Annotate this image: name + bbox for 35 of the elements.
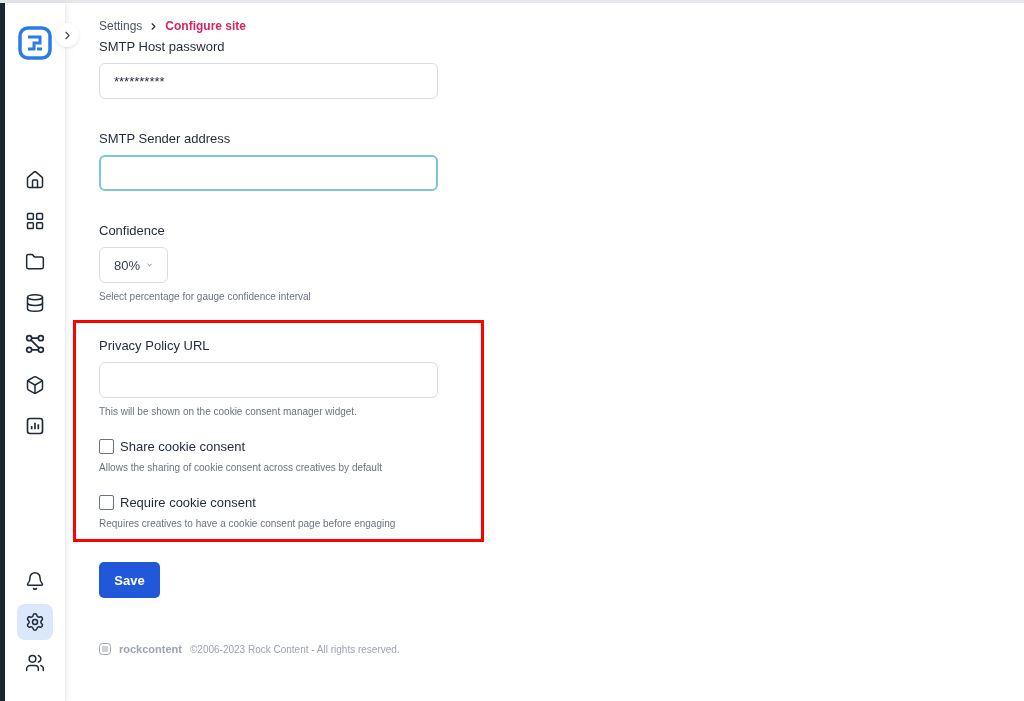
- bar-chart-icon: [25, 416, 45, 436]
- bell-icon: [25, 571, 45, 591]
- select-field[interactable]: 80%: [99, 247, 168, 283]
- field-label: SMTP Sender address: [99, 131, 232, 146]
- breadcrumb-item[interactable]: Settings: [99, 19, 143, 33]
- collapse-button[interactable]: [55, 23, 79, 47]
- input-field[interactable]: [99, 362, 438, 398]
- copyright-text: ©2006-2023 Rock Content - All rights reserved.: [189, 643, 400, 655]
- breadcrumb-item[interactable]: Configure site: [165, 19, 247, 33]
- settings-icon: [25, 612, 45, 632]
- folder-icon: [25, 252, 45, 272]
- checkbox[interactable]: [99, 495, 114, 510]
- document-icon: [99, 643, 111, 655]
- field-label: Confidence: [99, 223, 166, 238]
- field-label: Privacy Policy URL: [99, 338, 211, 353]
- sidebar-item[interactable]: [17, 604, 53, 640]
- checkbox-label: Require cookie consent: [120, 495, 256, 510]
- grid-icon: [25, 211, 45, 231]
- home-icon: [25, 170, 45, 190]
- help-text: Select percentage for gauge confidence interval: [99, 291, 312, 302]
- brand-name: rockcontent: [119, 643, 182, 655]
- help-text: Allows the sharing of cookie consent across creatives by default: [99, 462, 383, 473]
- input-field[interactable]: **********: [99, 63, 438, 99]
- help-text: Requires creatives to have a cookie consent page before engaging: [99, 518, 397, 529]
- cube-icon: [25, 375, 45, 395]
- help-text: This will be shown on the cookie consent manager widget.: [99, 406, 358, 417]
- input-field[interactable]: [99, 155, 438, 191]
- checkbox-label: Share cookie consent: [120, 439, 246, 454]
- database-icon: [25, 293, 45, 313]
- save-button[interactable]: Save: [99, 562, 160, 598]
- nodes-icon: [25, 334, 45, 354]
- logo-icon: [18, 26, 52, 60]
- field-label: SMTP Host password: [99, 39, 226, 54]
- checkbox[interactable]: [99, 439, 114, 454]
- users-icon: [25, 653, 45, 673]
